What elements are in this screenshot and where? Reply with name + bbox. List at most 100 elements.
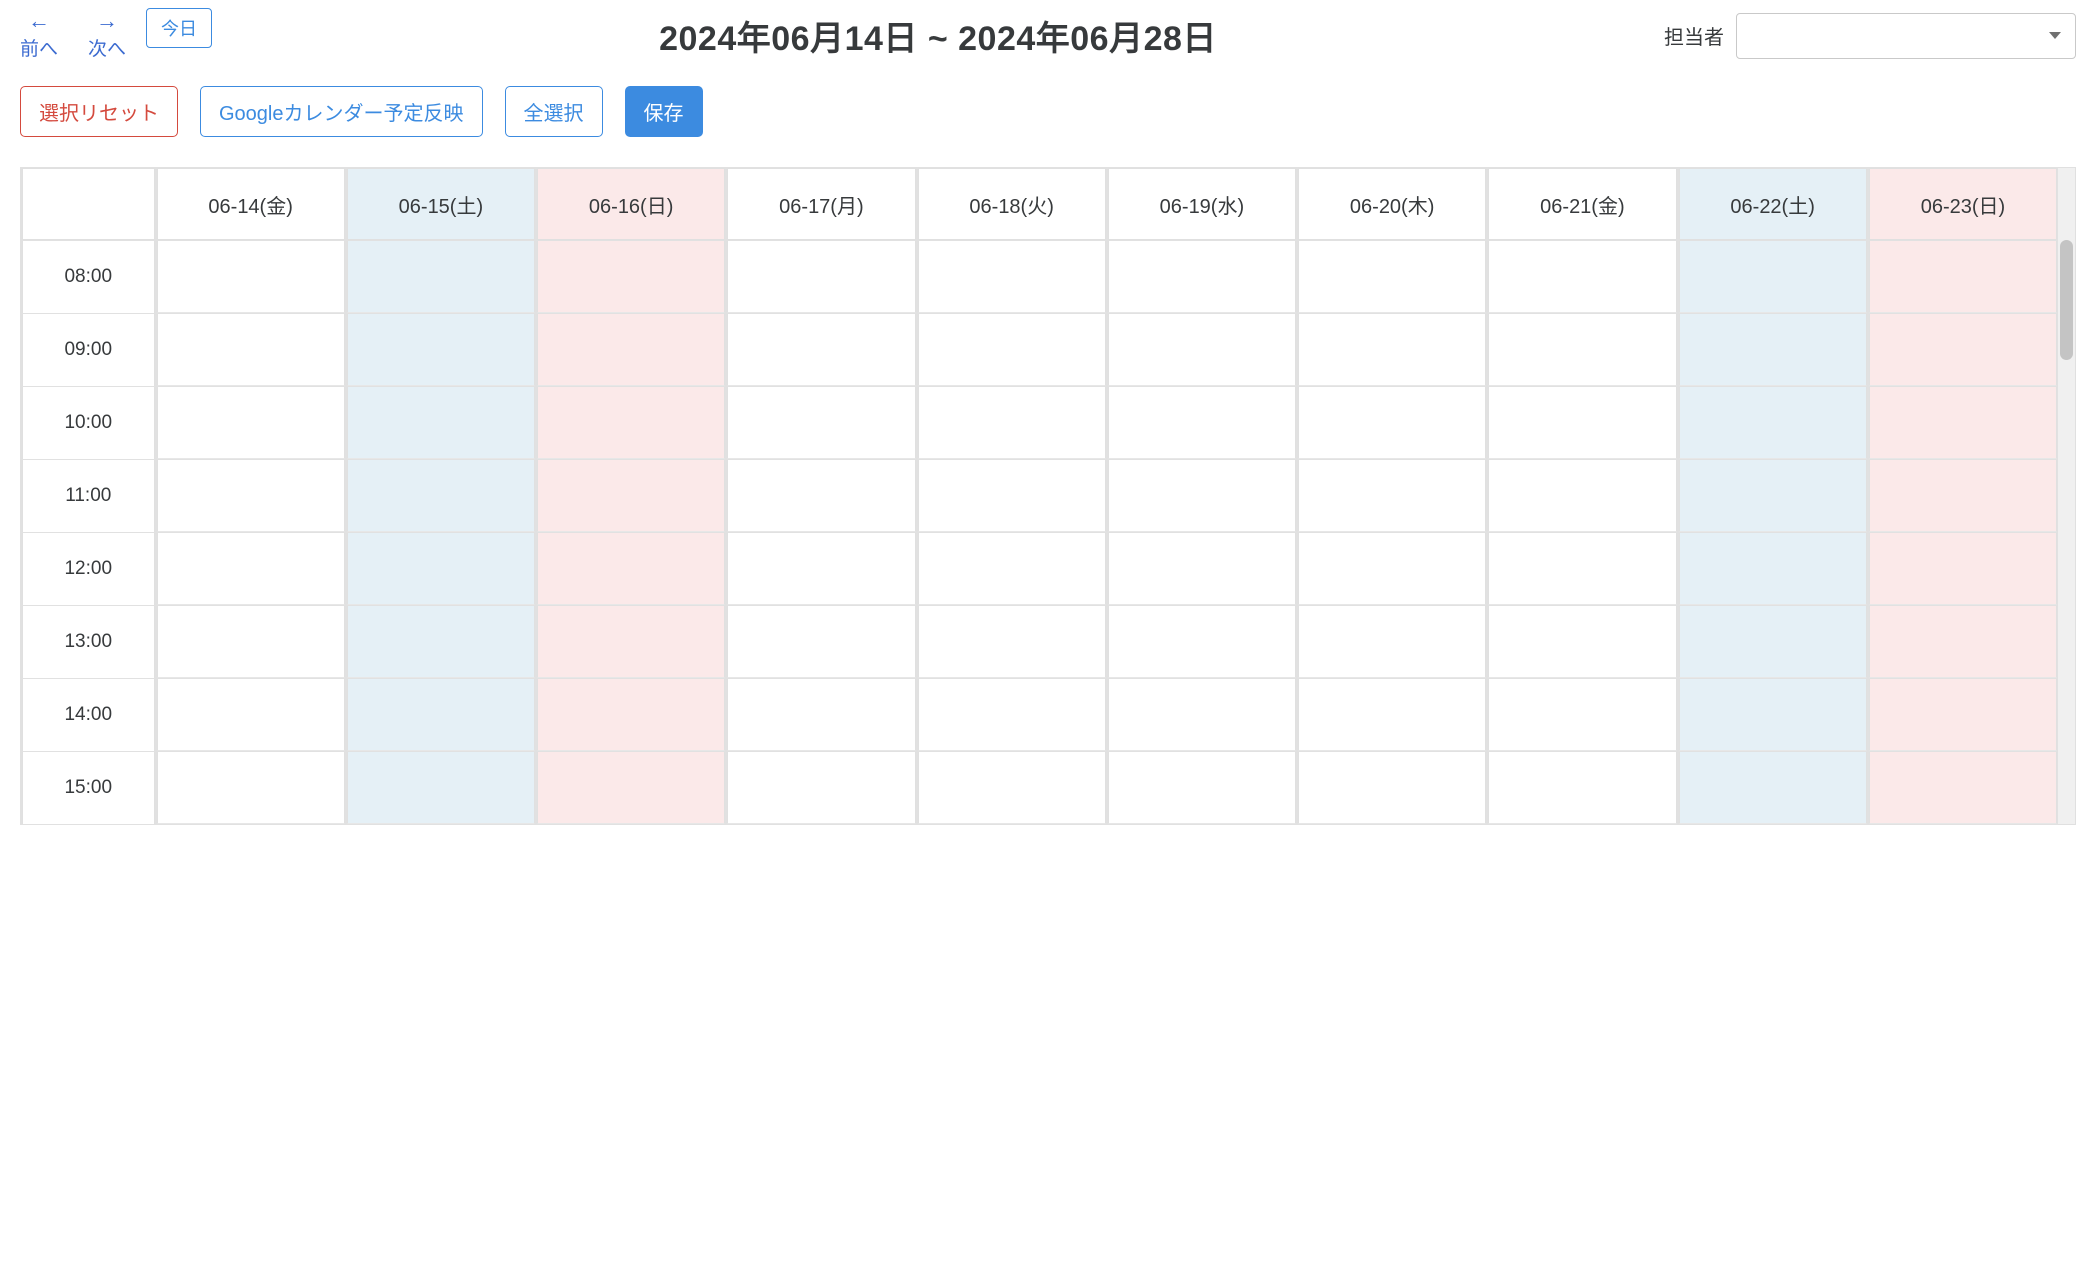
assignee-select[interactable]	[1736, 13, 2076, 59]
time-slot[interactable]	[157, 533, 345, 605]
time-slot[interactable]	[1679, 241, 1867, 313]
time-slot[interactable]	[347, 533, 535, 605]
prev-button[interactable]: ← 前へ	[20, 10, 58, 61]
time-slot[interactable]	[1679, 606, 1867, 678]
time-slot[interactable]	[1679, 679, 1867, 751]
time-slot[interactable]	[918, 606, 1106, 678]
time-slot[interactable]	[347, 460, 535, 532]
reset-button[interactable]: 選択リセット	[20, 86, 178, 137]
time-slot[interactable]	[1869, 606, 2057, 678]
time-slot[interactable]	[1869, 533, 2057, 605]
time-slot[interactable]	[1488, 752, 1676, 824]
time-slot[interactable]	[1869, 314, 2057, 386]
time-slot[interactable]	[347, 387, 535, 459]
time-slot[interactable]	[1108, 314, 1296, 386]
time-slot[interactable]	[1298, 679, 1486, 751]
vertical-scrollbar[interactable]	[2058, 167, 2076, 825]
time-slot[interactable]	[918, 314, 1106, 386]
calendar-wrap: 06-14(金) 06-15(土) 06-16(日) 06-17(月) 06-1…	[20, 167, 2076, 825]
time-slot[interactable]	[1679, 387, 1867, 459]
time-slot[interactable]	[1108, 533, 1296, 605]
time-slot[interactable]	[157, 460, 345, 532]
time-slot[interactable]	[1679, 314, 1867, 386]
time-slot[interactable]	[1488, 241, 1676, 313]
time-slot[interactable]	[157, 679, 345, 751]
time-slot[interactable]	[1488, 679, 1676, 751]
time-slot[interactable]	[1869, 387, 2057, 459]
time-slot[interactable]	[918, 460, 1106, 532]
time-slot[interactable]	[1298, 606, 1486, 678]
time-slot[interactable]	[1108, 606, 1296, 678]
time-slot[interactable]	[1488, 533, 1676, 605]
time-slot[interactable]	[1298, 314, 1486, 386]
time-slot[interactable]	[727, 460, 915, 532]
time-slot[interactable]	[347, 679, 535, 751]
time-slot[interactable]	[1869, 679, 2057, 751]
google-sync-button[interactable]: Googleカレンダー予定反映	[200, 86, 483, 137]
time-slot[interactable]	[1488, 460, 1676, 532]
time-slot[interactable]	[157, 606, 345, 678]
time-slot[interactable]	[1298, 752, 1486, 824]
time-slot[interactable]	[157, 752, 345, 824]
time-slot[interactable]	[1108, 387, 1296, 459]
time-slot[interactable]	[347, 241, 535, 313]
time-slot[interactable]	[1679, 752, 1867, 824]
time-slot[interactable]	[918, 752, 1106, 824]
assignee-group: 担当者	[1664, 13, 2076, 59]
time-slot[interactable]	[1869, 241, 2057, 313]
time-slot[interactable]	[1869, 460, 2057, 532]
time-slot[interactable]	[918, 241, 1106, 313]
day-header: 06-21(金)	[1488, 168, 1676, 240]
time-slot[interactable]	[727, 679, 915, 751]
time-slot[interactable]	[727, 606, 915, 678]
time-slot[interactable]	[1298, 533, 1486, 605]
date-range-title: 2024年06月14日 ~ 2024年06月28日	[232, 11, 1644, 60]
time-slot[interactable]	[1869, 752, 2057, 824]
chevron-down-icon	[2049, 32, 2061, 39]
time-row: 15:00	[22, 752, 2057, 824]
select-all-button[interactable]: 全選択	[505, 86, 603, 137]
time-slot[interactable]	[537, 387, 725, 459]
day-header: 06-15(土)	[347, 168, 535, 240]
time-slot[interactable]	[727, 533, 915, 605]
time-slot[interactable]	[537, 460, 725, 532]
time-slot[interactable]	[1488, 387, 1676, 459]
time-slot[interactable]	[1298, 460, 1486, 532]
time-slot[interactable]	[1298, 387, 1486, 459]
time-slot[interactable]	[918, 533, 1106, 605]
time-slot[interactable]	[1108, 752, 1296, 824]
time-slot[interactable]	[1108, 241, 1296, 313]
time-slot[interactable]	[1108, 460, 1296, 532]
time-slot[interactable]	[727, 241, 915, 313]
time-slot[interactable]	[537, 533, 725, 605]
day-header: 06-17(月)	[727, 168, 915, 240]
time-slot[interactable]	[537, 679, 725, 751]
time-slot[interactable]	[1679, 460, 1867, 532]
time-slot[interactable]	[918, 679, 1106, 751]
scrollbar-thumb[interactable]	[2060, 240, 2073, 360]
time-slot[interactable]	[157, 314, 345, 386]
time-slot[interactable]	[347, 606, 535, 678]
time-slot[interactable]	[157, 387, 345, 459]
time-slot[interactable]	[537, 752, 725, 824]
time-slot[interactable]	[347, 314, 535, 386]
time-slot[interactable]	[1488, 314, 1676, 386]
next-button[interactable]: → 次へ	[88, 10, 126, 61]
time-slot[interactable]	[537, 606, 725, 678]
time-slot[interactable]	[727, 752, 915, 824]
time-slot[interactable]	[537, 314, 725, 386]
time-slot[interactable]	[1108, 679, 1296, 751]
time-slot[interactable]	[727, 314, 915, 386]
time-slot[interactable]	[347, 752, 535, 824]
time-slot[interactable]	[157, 241, 345, 313]
time-slot[interactable]	[1298, 241, 1486, 313]
time-label: 09:00	[22, 314, 155, 386]
arrow-right-icon: →	[96, 10, 118, 32]
today-button[interactable]: 今日	[146, 8, 212, 48]
time-slot[interactable]	[918, 387, 1106, 459]
time-slot[interactable]	[1488, 606, 1676, 678]
time-slot[interactable]	[537, 241, 725, 313]
time-slot[interactable]	[1679, 533, 1867, 605]
save-button[interactable]: 保存	[625, 86, 703, 137]
time-slot[interactable]	[727, 387, 915, 459]
